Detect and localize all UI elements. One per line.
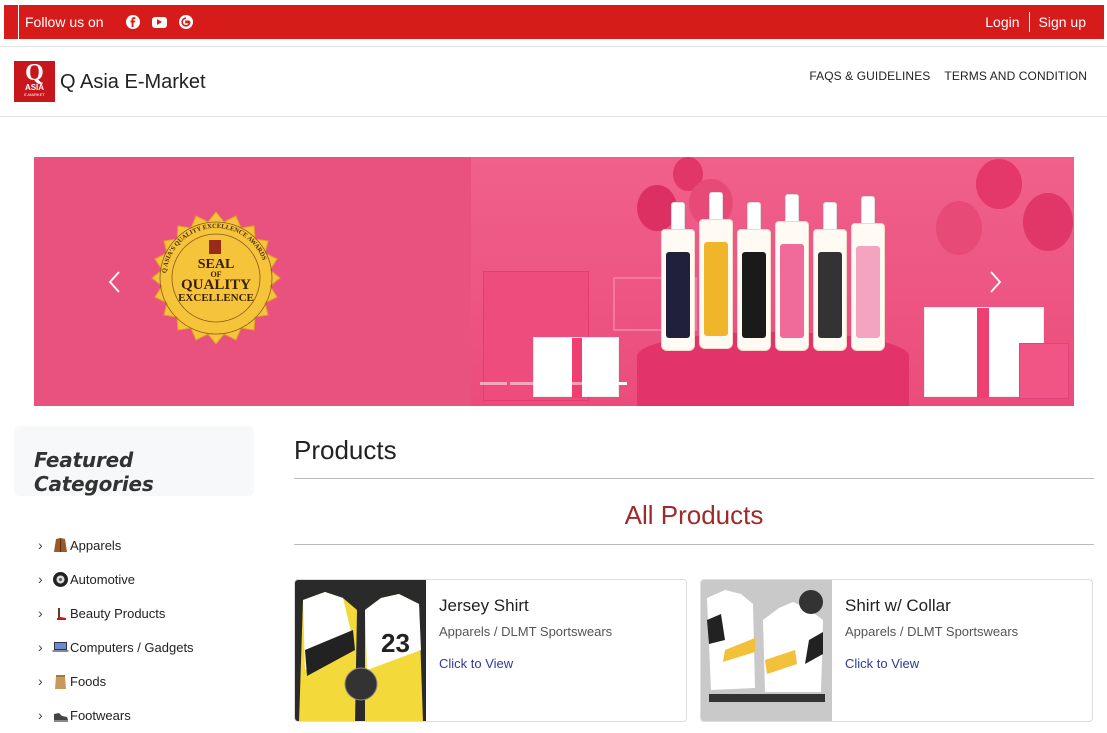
youtube-icon[interactable]	[151, 16, 167, 28]
balloon-decoration	[1023, 193, 1073, 251]
bottle-cap	[709, 192, 723, 220]
category-label: Footwears	[70, 707, 131, 723]
category-label: Apparels	[70, 537, 122, 553]
auth-divider	[1028, 12, 1030, 32]
product-name[interactable]: Shirt w/ Collar	[845, 596, 951, 616]
bottle-label	[780, 244, 804, 338]
perfume-bottle	[813, 202, 847, 351]
chevron-right-icon[interactable]	[980, 267, 1010, 297]
chevron-right-icon: ›	[38, 639, 43, 655]
follow-us: Follow us on	[18, 5, 193, 39]
seal-line-4: EXCELLENCE	[178, 292, 254, 304]
follow-label: Follow us on	[25, 14, 104, 30]
auth-links: Login Sign up	[985, 5, 1086, 39]
bottle-label	[856, 246, 880, 338]
product-card[interactable]: 23 Jersey Shirt Apparels / DLMT Sportswe…	[294, 579, 687, 722]
carousel-indicator[interactable]	[510, 382, 537, 385]
bottle-label	[666, 252, 690, 338]
chevron-right-icon: ›	[38, 571, 43, 587]
nav-terms[interactable]: TERMS AND CONDITION	[944, 69, 1087, 83]
boot-icon	[52, 605, 69, 622]
gift-box-decoration	[533, 337, 619, 398]
category-apparels[interactable]: › Apparels	[38, 528, 258, 562]
featured-categories-header: Featured Categories	[14, 426, 254, 496]
chevron-right-icon: ›	[38, 537, 43, 553]
category-label: Foods	[70, 673, 107, 689]
product-card[interactable]: Shirt w/ Collar Apparels / DLMT Sportswe…	[700, 579, 1093, 722]
category-beauty-products[interactable]: › Beauty Products	[38, 596, 258, 630]
bottle-label	[818, 252, 842, 338]
main-nav: FAQS & GUIDELINES TERMS AND CONDITION	[809, 69, 1087, 83]
bottle-cap	[671, 202, 685, 230]
login-link[interactable]: Login	[985, 14, 1019, 30]
facebook-icon[interactable]	[125, 15, 140, 29]
logo-sub: E-MARKET	[24, 92, 45, 97]
logo-q: Q	[25, 60, 44, 86]
click-to-view-link[interactable]: Click to View	[439, 656, 513, 671]
perfume-bottle	[737, 202, 771, 351]
featured-categories-title: Featured Categories	[34, 448, 154, 496]
bottle-cap	[823, 202, 837, 230]
category-computers-gadgets[interactable]: › Computers / Gadgets	[38, 630, 258, 664]
bottle-cap	[861, 196, 875, 224]
all-products-heading: All Products	[624, 500, 764, 530]
category-label: Beauty Products	[70, 605, 166, 621]
perfume-bottle	[661, 202, 695, 351]
carousel-indicator-active[interactable]	[600, 382, 627, 385]
click-to-view-link[interactable]: Click to View	[845, 656, 919, 671]
category-label: Automotive	[70, 571, 136, 587]
bottle-cap	[747, 202, 761, 230]
gift-box-decoration	[1019, 343, 1069, 399]
bottle-label	[742, 252, 766, 338]
brand-name[interactable]: Q Asia E-Market	[60, 71, 206, 94]
category-foods[interactable]: › Foods	[38, 664, 258, 698]
gift-ribbon	[572, 338, 582, 398]
google-icon[interactable]	[178, 15, 193, 29]
balloon-decoration	[976, 159, 1022, 209]
chevron-right-icon: ›	[38, 673, 43, 689]
logo[interactable]: Q ASIA E-MARKET	[14, 61, 55, 102]
chevron-right-icon: ›	[38, 707, 43, 723]
quality-seal-logo: Q ASIA'S QUALITY EXCELLENCE AWARDS SEAL …	[148, 210, 284, 346]
chevron-left-icon[interactable]	[100, 267, 130, 297]
carousel-indicators	[480, 382, 627, 385]
site-header: Q ASIA E-MARKET Q Asia E-Market FAQS & G…	[0, 46, 1107, 117]
tire-icon	[52, 571, 69, 588]
food-bag-icon	[52, 673, 69, 690]
jersey-number: 23	[381, 628, 410, 658]
hero-carousel[interactable]: Q ASIA'S QUALITY EXCELLENCE AWARDS SEAL …	[34, 157, 1074, 406]
gift-ribbon	[977, 308, 989, 398]
logo-asia: ASIA	[24, 83, 45, 92]
product-name[interactable]: Jersey Shirt	[439, 596, 529, 616]
divider	[294, 544, 1094, 545]
product-category: Apparels / DLMT Sportswears	[439, 624, 613, 639]
perfume-bottle	[775, 194, 809, 351]
category-automotive[interactable]: › Automotive	[38, 562, 258, 596]
products-title: Products	[294, 435, 397, 465]
category-footwears[interactable]: › Footwears	[38, 698, 258, 732]
carousel-indicator[interactable]	[540, 382, 567, 385]
seal-line-3: QUALITY	[180, 277, 251, 293]
product-image-collar-shirt[interactable]	[701, 580, 832, 721]
signup-link[interactable]: Sign up	[1039, 14, 1086, 30]
category-label: Computers / Gadgets	[70, 639, 194, 655]
product-image-jersey[interactable]: 23	[295, 580, 426, 721]
chevron-right-icon: ›	[38, 605, 43, 621]
product-category: Apparels / DLMT Sportswears	[845, 624, 1019, 639]
balloon-decoration	[936, 201, 982, 255]
laptop-icon	[52, 639, 69, 656]
shoe-icon	[52, 707, 69, 724]
bottle-cap	[785, 194, 799, 222]
bottle-label	[704, 242, 728, 336]
perfume-bottle	[699, 192, 733, 349]
carousel-indicator[interactable]	[570, 382, 597, 385]
perfume-bottle	[851, 196, 885, 351]
category-list: › Apparels › Automotive › Beauty Product…	[38, 528, 258, 732]
seal-text: SEAL OF QUALITY EXCELLENCE	[148, 258, 284, 305]
top-bar: Follow us on Login Sign up	[4, 5, 1104, 39]
carousel-indicator[interactable]	[480, 382, 507, 385]
nav-faqs[interactable]: FAQS & GUIDELINES	[809, 69, 930, 83]
jacket-icon	[52, 537, 69, 554]
divider	[294, 478, 1094, 479]
